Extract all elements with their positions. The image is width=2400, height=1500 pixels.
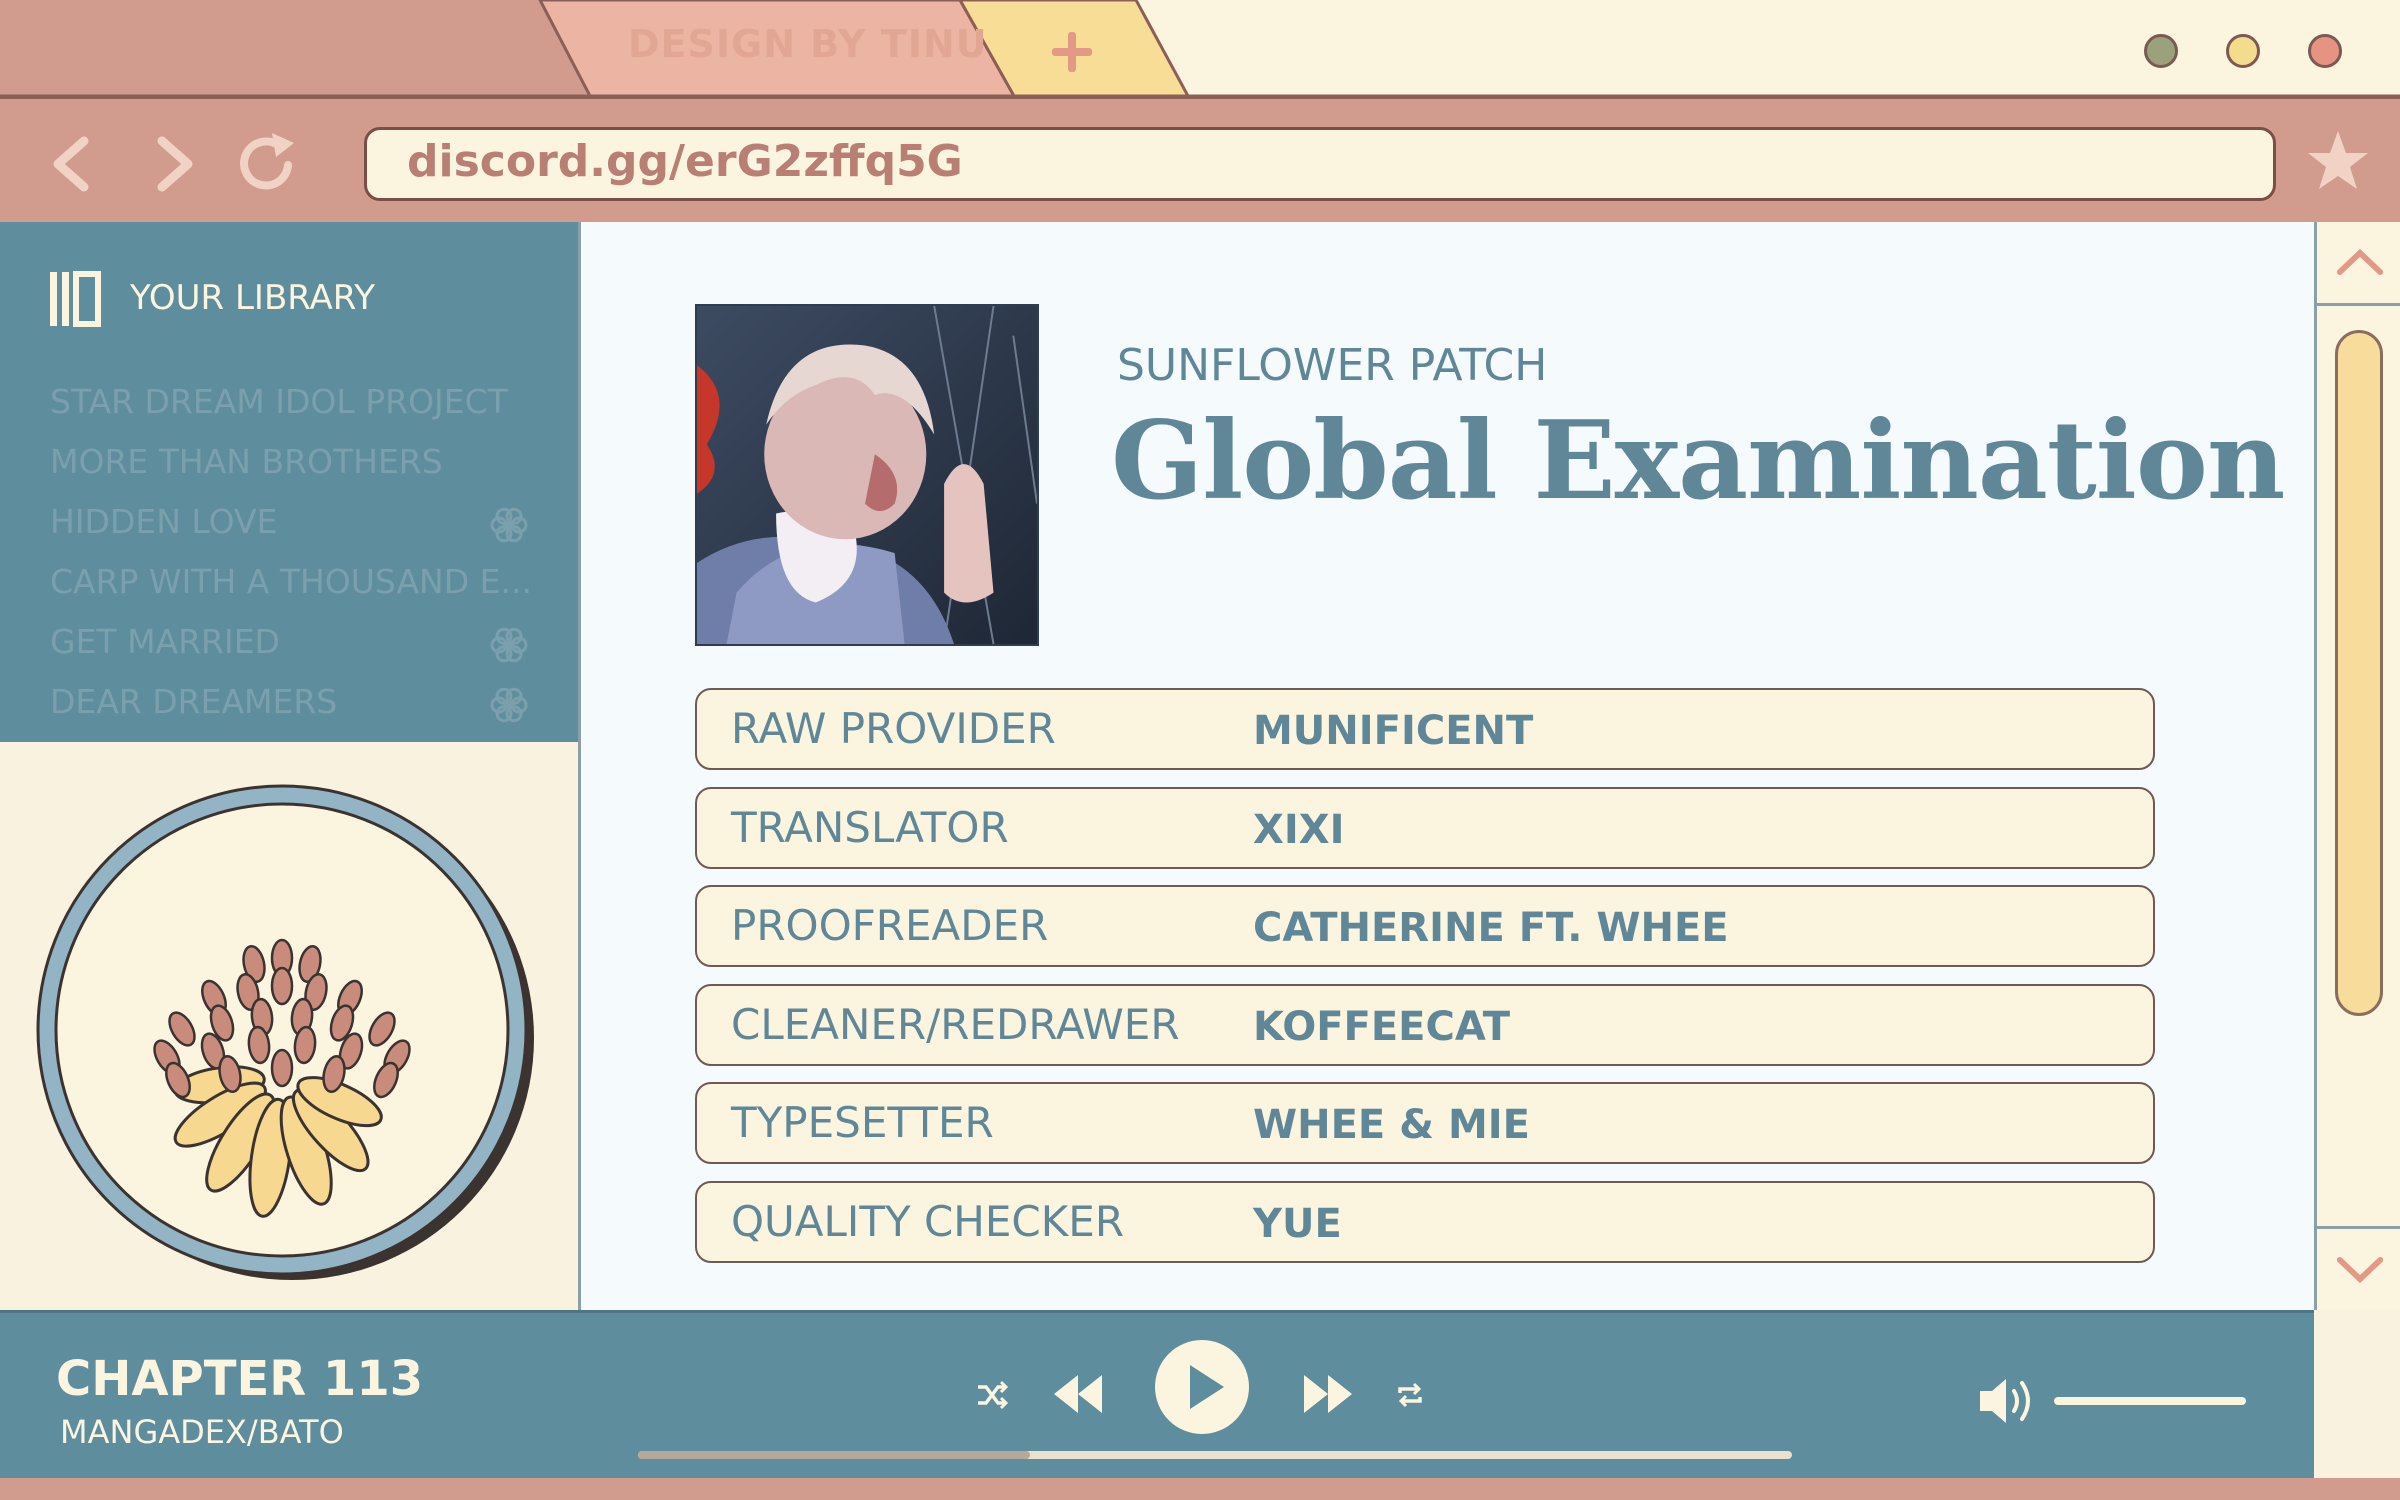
library-item[interactable]: GET MARRIED xyxy=(50,622,280,661)
tab-shapes xyxy=(0,0,2400,96)
credit-row: RAW PROVIDER MUNIFICENT xyxy=(695,688,2155,770)
credit-row: TYPESETTER WHEE & MIE xyxy=(695,1082,2155,1165)
close-dot[interactable] xyxy=(2308,34,2342,68)
address-text[interactable]: discord.gg/erG2zffq5G xyxy=(407,136,963,187)
credit-name: KOFFEECAT xyxy=(1253,1003,1510,1050)
flower-icon xyxy=(490,627,528,663)
volume-icon[interactable] xyxy=(1976,1373,2038,1429)
progress-bar[interactable] xyxy=(638,1451,1792,1459)
navigation-bar: discord.gg/erG2zffq5G xyxy=(0,96,2400,222)
player-bar: CHAPTER 113 MANGADEX/BATO xyxy=(0,1310,2314,1478)
credit-name: CATHERINE FT. WHEE xyxy=(1253,905,1729,952)
credit-role: TYPESETTER xyxy=(731,1098,994,1148)
credit-role: RAW PROVIDER xyxy=(731,704,1056,753)
credit-name: MUNIFICENT xyxy=(1253,708,1534,754)
scrollbar[interactable] xyxy=(2314,222,2400,1310)
series-title: Global Examination xyxy=(1111,398,2285,524)
sunflower-logo xyxy=(36,784,534,1280)
library-item[interactable]: DEAR DREAMERS xyxy=(50,682,337,721)
credit-role: QUALITY CHECKER xyxy=(731,1197,1125,1246)
star-icon[interactable] xyxy=(2304,127,2372,195)
library-item[interactable]: STAR DREAM IDOL PROJECT xyxy=(50,382,508,421)
forward-icon[interactable] xyxy=(138,129,208,199)
library-item[interactable]: HIDDEN LOVE xyxy=(50,502,277,541)
scroll-down-icon[interactable] xyxy=(2317,1226,2400,1310)
tab-strip: DESIGN BY TINU xyxy=(0,0,2400,96)
credit-role: TRANSLATOR xyxy=(731,802,1009,852)
maximize-dot[interactable] xyxy=(2226,34,2260,68)
progress-fill xyxy=(638,1451,1031,1459)
library-item[interactable]: CARP WITH A THOUSAND E... xyxy=(50,562,532,601)
back-icon[interactable] xyxy=(38,129,108,199)
repeat-icon[interactable] xyxy=(1394,1379,1426,1411)
tab-design[interactable]: DESIGN BY TINU xyxy=(628,22,988,66)
shuffle-icon[interactable] xyxy=(974,1377,1010,1413)
chapter-label: CHAPTER 113 xyxy=(56,1351,424,1407)
volume-slider[interactable] xyxy=(2054,1397,2246,1405)
source-label: MANGADEX/BATO xyxy=(60,1413,344,1451)
plus-icon[interactable] xyxy=(1048,28,1096,76)
library-icon xyxy=(50,271,101,327)
scroll-up-icon[interactable] xyxy=(2317,222,2400,306)
credit-name: XIXI xyxy=(1253,806,1345,853)
bottom-border xyxy=(0,1478,2400,1500)
address-bar[interactable]: discord.gg/erG2zffq5G xyxy=(364,127,2276,201)
minimize-dot[interactable] xyxy=(2144,34,2178,68)
library-title: YOUR LIBRARY xyxy=(130,278,376,318)
fast-forward-icon[interactable] xyxy=(1300,1371,1356,1417)
team-name: SUNFLOWER PATCH xyxy=(1117,340,1548,391)
flower-icon xyxy=(490,687,528,723)
credit-row: QUALITY CHECKER YUE xyxy=(695,1181,2155,1263)
cover-image xyxy=(695,304,1039,646)
play-button[interactable] xyxy=(1152,1337,1252,1437)
credit-row: CLEANER/REDRAWER KOFFEECAT xyxy=(695,983,2155,1066)
scroll-thumb[interactable] xyxy=(2335,330,2383,1016)
library-item[interactable]: MORE THAN BROTHERS xyxy=(50,442,443,481)
logo-panel xyxy=(0,742,578,1310)
content-area: SUNFLOWER PATCH Global Examination RAW P… xyxy=(578,222,2314,1310)
reload-icon[interactable] xyxy=(232,129,302,199)
credit-name: YUE xyxy=(1253,1201,1342,1247)
library-sidebar: YOUR LIBRARY STAR DREAM IDOL PROJECT MORE… xyxy=(0,222,578,742)
credit-row: TRANSLATOR XIXI xyxy=(695,786,2155,869)
credit-row: PROOFREADER CATHERINE FT. WHEE xyxy=(695,885,2155,968)
credit-role: PROOFREADER xyxy=(731,901,1049,951)
credit-role: CLEANER/REDRAWER xyxy=(731,999,1180,1049)
credit-name: WHEE & MIE xyxy=(1253,1102,1530,1149)
rewind-icon[interactable] xyxy=(1050,1371,1106,1417)
flower-icon xyxy=(490,507,528,543)
